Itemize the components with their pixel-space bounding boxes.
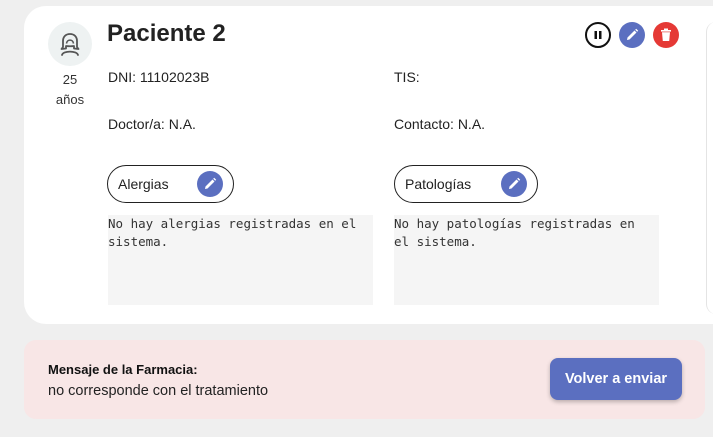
pathologies-section-header: Patologías — [394, 165, 538, 203]
edit-pathologies-button[interactable] — [501, 171, 527, 197]
person-avatar-icon — [60, 33, 80, 56]
resend-button[interactable]: Volver a enviar — [550, 358, 682, 400]
contact-field: Contacto: N.A. — [394, 116, 486, 132]
allergies-section-header: Alergias — [107, 165, 234, 203]
pause-icon — [594, 31, 602, 39]
dni-field: DNI: 11102023B — [108, 69, 210, 85]
pause-button[interactable] — [585, 22, 611, 48]
edit-patient-button[interactable] — [619, 22, 645, 48]
doctor-field: Doctor/a: N.A. — [108, 116, 196, 132]
pencil-icon — [509, 177, 521, 189]
pencil-icon — [205, 177, 217, 189]
age-value: 25 — [62, 72, 78, 87]
avatar — [48, 22, 92, 66]
allergies-label: Alergias — [118, 176, 169, 192]
delete-patient-button[interactable] — [653, 22, 679, 48]
allergies-textarea[interactable]: No hay alergias registradas en el sistem… — [108, 215, 373, 305]
next-card-edge — [706, 22, 713, 314]
pencil-icon — [627, 28, 639, 40]
pathologies-textarea[interactable]: No hay patologías registradas en el sist… — [394, 215, 659, 305]
pharmacy-message-panel: Mensaje de la Farmacia: no corresponde c… — [24, 340, 705, 419]
pharmacy-message-title: Mensaje de la Farmacia: — [48, 362, 198, 377]
tis-field: TIS: — [394, 69, 420, 85]
edit-allergies-button[interactable] — [197, 171, 223, 197]
patient-name: Paciente 2 — [107, 20, 226, 47]
pharmacy-message-text: no corresponde con el tratamiento — [48, 383, 269, 399]
trash-icon — [661, 28, 671, 41]
age-unit: años — [55, 92, 85, 107]
pathologies-label: Patologías — [405, 176, 472, 192]
